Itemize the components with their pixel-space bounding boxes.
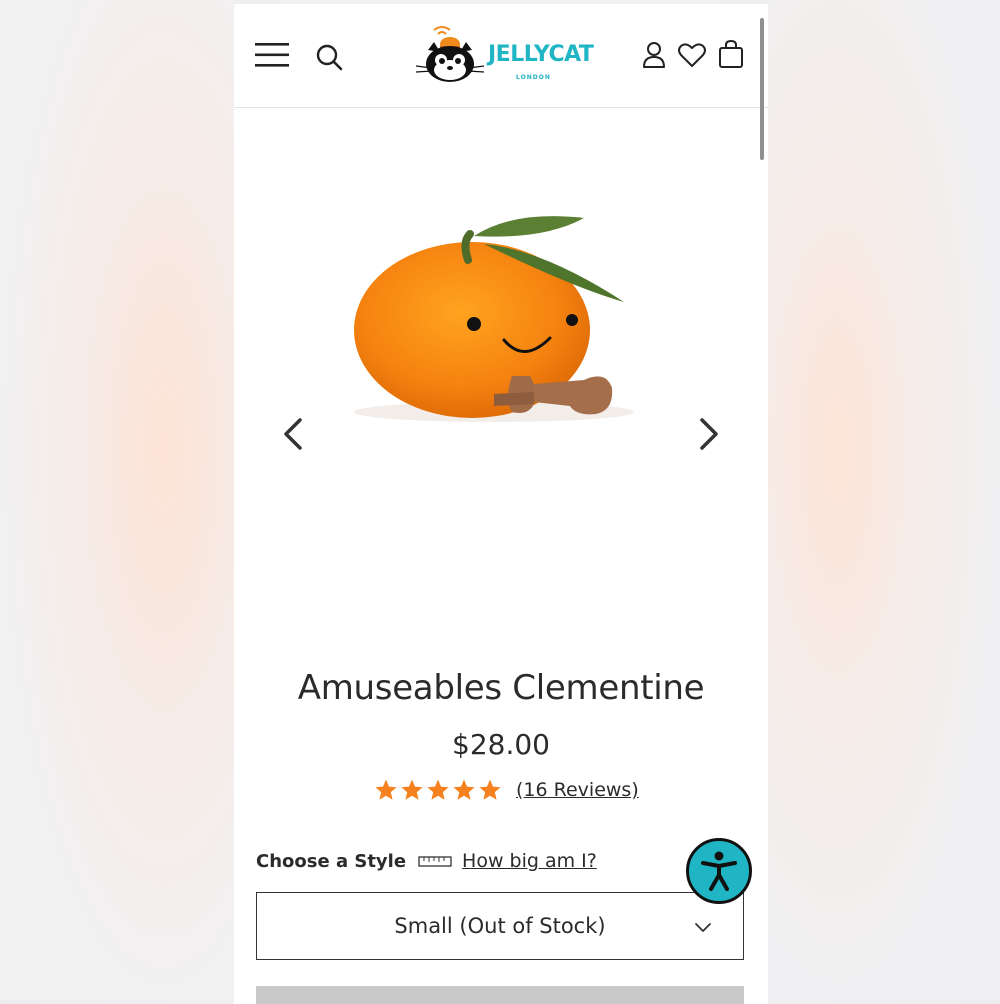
ruler-icon [418, 856, 452, 867]
star-icon [427, 779, 449, 800]
heart-icon[interactable] [676, 40, 708, 70]
cat-logo-icon [415, 26, 485, 82]
account-icon[interactable] [640, 40, 668, 70]
menu-icon[interactable] [254, 40, 290, 70]
clementine-plush-image [354, 216, 634, 422]
product-title: Amuseables Clementine [297, 668, 705, 708]
style-picker-row: Choose a Style How big am I? [256, 846, 597, 876]
chevron-down-icon [695, 923, 711, 932]
accessibility-icon [701, 851, 737, 891]
star-icon [401, 779, 423, 800]
accessibility-button[interactable] [686, 838, 752, 904]
search-icon[interactable] [314, 42, 344, 72]
star-icon [453, 779, 475, 800]
star-icon [479, 779, 501, 800]
how-big-link[interactable]: How big am I? [462, 850, 597, 872]
brand-sub: LONDON [516, 74, 551, 81]
previous-image-button[interactable] [278, 414, 308, 454]
chevron-left-icon [284, 418, 302, 450]
product-price: $28.00 [452, 728, 550, 761]
rating-stars [374, 778, 502, 802]
background-right [768, 0, 1000, 1000]
reviews-link[interactable]: (16 Reviews) [516, 779, 639, 801]
brand-name: JELLYCAT [488, 42, 594, 67]
site-header: JELLYCAT LONDON [234, 4, 768, 108]
style-select[interactable]: Small (Out of Stock) [256, 892, 744, 960]
add-to-bag-button[interactable] [256, 986, 744, 1004]
product-rating: (16 Reviews) [374, 776, 639, 804]
bag-icon[interactable] [716, 38, 746, 70]
mobile-page: JELLYCAT LONDON Amuseables Clementine $2… [234, 4, 768, 1004]
jellycat-logo[interactable]: JELLYCAT LONDON [412, 24, 594, 90]
next-image-button[interactable] [694, 414, 724, 454]
choose-style-label: Choose a Style [256, 850, 407, 872]
background-left [0, 0, 234, 1000]
star-icon [375, 779, 397, 800]
style-select-value: Small (Out of Stock) [394, 914, 606, 938]
chevron-right-icon [700, 418, 718, 450]
